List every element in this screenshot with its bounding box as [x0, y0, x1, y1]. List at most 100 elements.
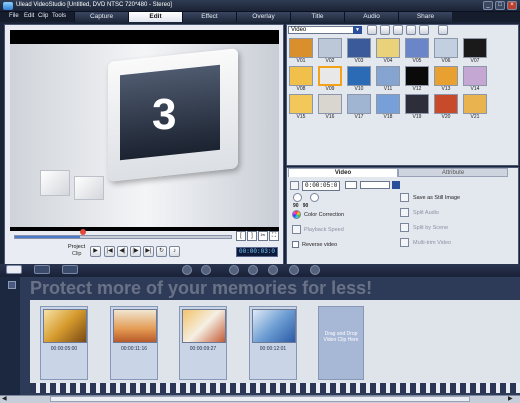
- storyboard-view-button[interactable]: [6, 265, 22, 274]
- library-thumb[interactable]: [318, 94, 342, 114]
- library-thumb[interactable]: [434, 38, 458, 58]
- tab-audio[interactable]: Audio: [344, 12, 398, 22]
- library-thumb[interactable]: [347, 38, 371, 58]
- tab-edit[interactable]: Edit: [128, 12, 182, 22]
- zoom-out-icon[interactable]: [268, 265, 278, 275]
- menu-edit[interactable]: Edit: [24, 13, 34, 19]
- scroll-right-icon[interactable]: ▶: [508, 395, 518, 403]
- fit-project-icon[interactable]: [289, 265, 299, 275]
- tab-share[interactable]: Share: [398, 12, 452, 22]
- library-thumb[interactable]: [289, 94, 313, 114]
- scrub-handle[interactable]: [80, 229, 86, 235]
- split-scene-icon[interactable]: [400, 223, 409, 232]
- tab-attribute[interactable]: Attribute: [398, 168, 508, 177]
- enlarge-preview-button[interactable]: ⛶: [269, 231, 279, 241]
- menu-clip[interactable]: Clip: [38, 13, 48, 19]
- play-button[interactable]: ▶: [90, 246, 101, 257]
- playback-speed-label[interactable]: Playback Speed: [304, 227, 344, 233]
- mark-out-button[interactable]: ]: [247, 231, 257, 241]
- drop-zone[interactable]: Drag and Drop Video Clip Here: [318, 306, 364, 380]
- volume-field[interactable]: [360, 181, 390, 189]
- library-thumb[interactable]: [434, 94, 458, 114]
- rotate-right-icon[interactable]: [310, 193, 319, 202]
- scrollbar-thumb[interactable]: [50, 396, 470, 402]
- filter-icon[interactable]: [419, 25, 429, 35]
- rotate-left-icon[interactable]: [293, 193, 302, 202]
- library-thumb[interactable]: [289, 38, 313, 58]
- speed-icon[interactable]: [292, 225, 301, 234]
- color-correction-icon[interactable]: [292, 210, 301, 219]
- save-still-label[interactable]: Save as Still Image: [413, 195, 460, 201]
- track-toggle-icon[interactable]: [8, 281, 16, 289]
- tab-video[interactable]: Video: [288, 168, 398, 177]
- previous-frame-button[interactable]: ◀|: [117, 246, 128, 257]
- library-thumb[interactable]: [463, 94, 487, 114]
- camera-icon[interactable]: [400, 193, 409, 202]
- mute-icon[interactable]: [392, 181, 400, 189]
- sort-icon[interactable]: [406, 25, 416, 35]
- library-thumb[interactable]: [463, 38, 487, 58]
- menu-file[interactable]: File: [9, 13, 19, 19]
- close-button[interactable]: ×: [507, 1, 517, 10]
- home-button[interactable]: |◀: [104, 246, 115, 257]
- end-button[interactable]: ▶|: [143, 246, 154, 257]
- library-thumb[interactable]: [376, 94, 400, 114]
- next-frame-button[interactable]: |▶: [130, 246, 141, 257]
- timeline-clip[interactable]: 00:00:09:27: [179, 306, 227, 380]
- duration-spinner[interactable]: [345, 181, 357, 189]
- minimize-button[interactable]: _: [483, 1, 493, 10]
- repeat-button[interactable]: ↻: [156, 246, 167, 257]
- clip-mode-label[interactable]: Clip: [72, 251, 81, 257]
- split-audio-label[interactable]: Split Audio: [413, 210, 439, 216]
- import-media-icon[interactable]: [380, 25, 390, 35]
- library-category-select[interactable]: Video: [288, 26, 362, 34]
- tab-effect[interactable]: Effect: [182, 12, 236, 22]
- library-thumb-label: V05: [412, 58, 422, 64]
- duration-field[interactable]: 0:00:05:0: [302, 181, 341, 191]
- library-thumb[interactable]: [405, 94, 429, 114]
- undo-icon[interactable]: [182, 265, 192, 275]
- audio-view-button[interactable]: [62, 265, 78, 274]
- library-thumb[interactable]: [405, 38, 429, 58]
- track-sidebar: [0, 277, 20, 395]
- add-folder-icon[interactable]: [367, 25, 377, 35]
- library-thumb[interactable]: [347, 66, 371, 86]
- library-thumb[interactable]: [376, 38, 400, 58]
- zoom-in-icon[interactable]: [248, 265, 258, 275]
- library-thumb[interactable]: [318, 38, 342, 58]
- mark-in-button[interactable]: [: [236, 231, 246, 241]
- tab-capture[interactable]: Capture: [74, 12, 128, 22]
- library-thumb[interactable]: [434, 66, 458, 86]
- menu-tools[interactable]: Tools: [52, 13, 66, 19]
- record-icon[interactable]: [229, 265, 239, 275]
- timeline-view-button[interactable]: [34, 265, 50, 274]
- color-correction-label[interactable]: Color Correction: [304, 212, 344, 218]
- timeline-clip[interactable]: 00:00:05:00: [40, 306, 88, 380]
- library-thumb[interactable]: [405, 66, 429, 86]
- multitrim-label[interactable]: Multi-trim Video: [413, 240, 451, 246]
- scroll-left-icon[interactable]: ◀: [2, 395, 12, 403]
- timecode-display[interactable]: 00:00:03:0: [236, 247, 279, 257]
- multitrim-icon[interactable]: [400, 238, 409, 247]
- cut-clip-button[interactable]: ✂: [258, 231, 268, 241]
- tab-title[interactable]: Title: [290, 12, 344, 22]
- chevron-down-icon[interactable]: ▼: [353, 26, 362, 34]
- timeline-clip[interactable]: 00:00:12:01: [249, 306, 297, 380]
- library-thumb[interactable]: [347, 94, 371, 114]
- split-scene-label[interactable]: Split by Scene: [413, 225, 448, 231]
- library-manager-icon[interactable]: [393, 25, 403, 35]
- reverse-video-checkbox[interactable]: [292, 241, 299, 248]
- expand-library-icon[interactable]: [438, 25, 448, 35]
- split-audio-icon[interactable]: [400, 208, 409, 217]
- library-thumb[interactable]: [289, 66, 313, 86]
- maximize-button[interactable]: □: [495, 1, 505, 10]
- volume-button[interactable]: ♪: [169, 246, 180, 257]
- tab-overlay[interactable]: Overlay: [236, 12, 290, 22]
- project-mode-label[interactable]: Project: [68, 244, 85, 250]
- library-thumb[interactable]: [376, 66, 400, 86]
- smart-proxy-icon[interactable]: [310, 265, 320, 275]
- library-thumb[interactable]: [463, 66, 487, 86]
- timeline-clip[interactable]: 00:00:11:16: [110, 306, 158, 380]
- library-thumb[interactable]: [318, 66, 342, 86]
- redo-icon[interactable]: [201, 265, 211, 275]
